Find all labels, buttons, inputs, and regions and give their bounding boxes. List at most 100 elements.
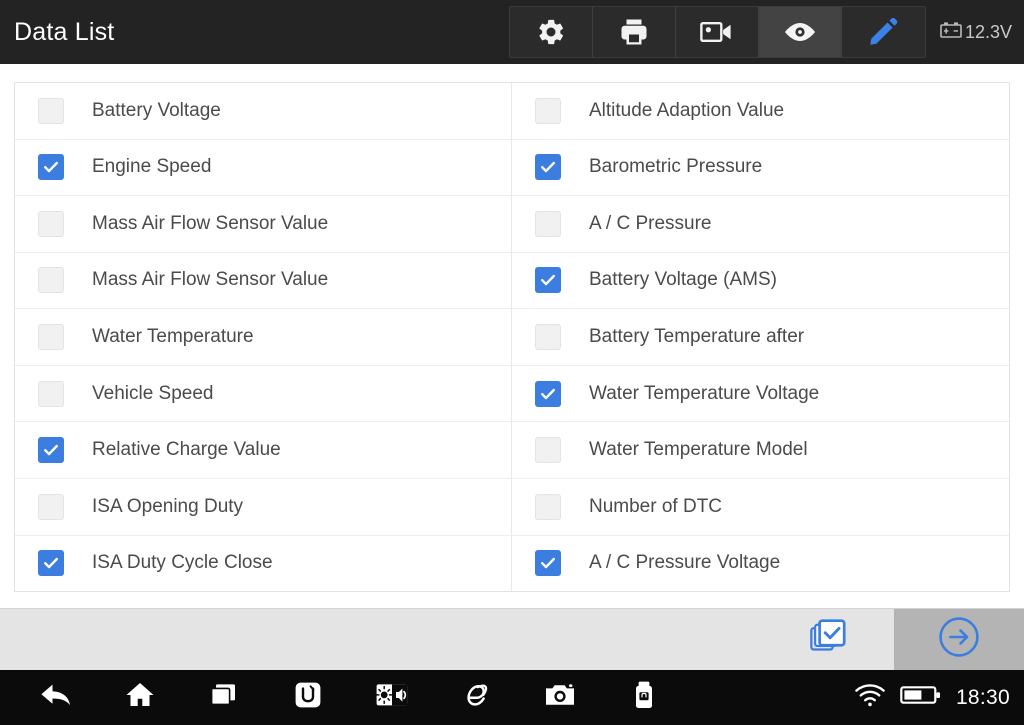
list-item[interactable]: Battery Voltage bbox=[15, 83, 511, 140]
nav-vci-dongle-button[interactable] bbox=[602, 670, 686, 725]
list-item[interactable]: Barometric Pressure bbox=[512, 140, 1009, 197]
list-item[interactable]: Mass Air Flow Sensor Value bbox=[15, 196, 511, 253]
app-header: Data List 12.3V bbox=[0, 0, 1024, 64]
row-checkbox[interactable] bbox=[38, 380, 64, 407]
data-list-screen: Data List 12.3V Battery Voltage Engine S… bbox=[0, 0, 1024, 725]
row-checkbox[interactable] bbox=[535, 380, 561, 407]
camera-icon bbox=[544, 682, 576, 713]
row-checkbox[interactable] bbox=[38, 97, 64, 124]
list-item[interactable]: Mass Air Flow Sensor Value bbox=[15, 253, 511, 310]
list-item-label: ISA Opening Duty bbox=[92, 495, 244, 517]
usb-dongle-icon bbox=[633, 680, 655, 715]
row-checkbox[interactable] bbox=[38, 493, 64, 520]
voltage-value: 12.3V bbox=[964, 21, 1012, 42]
list-item[interactable]: Water Temperature Voltage bbox=[512, 366, 1009, 423]
row-checkbox[interactable] bbox=[38, 154, 64, 181]
battery-icon bbox=[900, 683, 942, 712]
data-list-panel: Battery Voltage Engine Speed Mass Air Fl… bbox=[14, 82, 1010, 592]
row-checkbox[interactable] bbox=[38, 437, 64, 464]
data-list-column-left: Battery Voltage Engine Speed Mass Air Fl… bbox=[15, 83, 512, 591]
nav-button-group bbox=[14, 670, 686, 725]
list-item-label: A / C Pressure Voltage bbox=[589, 552, 781, 574]
check-icon bbox=[44, 444, 58, 456]
row-checkbox[interactable] bbox=[38, 210, 64, 237]
list-item-label: Engine Speed bbox=[92, 156, 212, 178]
nav-browser-button[interactable] bbox=[434, 670, 518, 725]
list-item-label: Altitude Adaption Value bbox=[589, 99, 785, 121]
row-checkbox[interactable] bbox=[535, 97, 561, 124]
list-item[interactable]: Number of DTC bbox=[512, 479, 1009, 536]
row-checkbox[interactable] bbox=[38, 267, 64, 294]
list-item[interactable]: A / C Pressure Voltage bbox=[512, 536, 1009, 592]
print-button[interactable] bbox=[592, 7, 676, 57]
next-button[interactable] bbox=[894, 609, 1024, 670]
list-item-label: ISA Duty Cycle Close bbox=[92, 552, 273, 574]
nav-screenshot-button[interactable] bbox=[518, 670, 602, 725]
list-item-label: Water Temperature Voltage bbox=[589, 382, 820, 404]
nav-display-button[interactable] bbox=[350, 670, 434, 725]
check-icon bbox=[541, 275, 555, 286]
list-item-label: Vehicle Speed bbox=[92, 382, 214, 404]
list-item[interactable]: ISA Duty Cycle Close bbox=[15, 536, 511, 592]
row-checkbox[interactable] bbox=[535, 210, 561, 237]
eye-icon bbox=[782, 19, 818, 45]
list-item[interactable]: Relative Charge Value bbox=[15, 422, 511, 479]
row-checkbox[interactable] bbox=[535, 493, 561, 520]
u-logo-icon bbox=[294, 681, 322, 714]
row-checkbox[interactable] bbox=[38, 550, 64, 577]
record-button[interactable] bbox=[675, 7, 759, 57]
check-icon bbox=[44, 162, 58, 173]
list-item-label: Mass Air Flow Sensor Value bbox=[92, 269, 329, 291]
check-icon bbox=[541, 558, 555, 569]
list-item[interactable]: Battery Temperature after bbox=[512, 309, 1009, 366]
list-item-label: Mass Air Flow Sensor Value bbox=[92, 212, 329, 234]
nav-diag-app-button[interactable] bbox=[266, 670, 350, 725]
list-item-label: Water Temperature Model bbox=[589, 439, 808, 461]
check-icon bbox=[541, 162, 555, 173]
select-all-button[interactable] bbox=[764, 609, 894, 670]
row-checkbox[interactable] bbox=[535, 154, 561, 181]
list-item[interactable]: Water Temperature Model bbox=[512, 422, 1009, 479]
gear-icon bbox=[536, 17, 566, 47]
view-button[interactable] bbox=[758, 7, 842, 57]
row-checkbox[interactable] bbox=[535, 550, 561, 577]
row-checkbox[interactable] bbox=[535, 324, 561, 351]
header-toolbar bbox=[508, 6, 926, 58]
list-item-label: Battery Voltage bbox=[92, 99, 221, 121]
vehicle-voltage-readout: 12.3V bbox=[939, 20, 1012, 45]
page-title: Data List bbox=[14, 17, 115, 46]
pencil-icon bbox=[867, 16, 899, 48]
bottom-action-bar bbox=[0, 608, 1024, 670]
list-item-label: Relative Charge Value bbox=[92, 439, 281, 461]
brightness-volume-icon bbox=[375, 682, 409, 713]
home-icon bbox=[125, 681, 155, 714]
list-item[interactable]: Vehicle Speed bbox=[15, 366, 511, 423]
check-icon bbox=[44, 558, 58, 569]
nav-home-button[interactable] bbox=[98, 670, 182, 725]
edit-button[interactable] bbox=[841, 7, 925, 57]
list-item-label: Barometric Pressure bbox=[589, 156, 763, 178]
list-item-label: Battery Temperature after bbox=[589, 326, 805, 348]
list-item[interactable]: A / C Pressure bbox=[512, 196, 1009, 253]
list-item[interactable]: Engine Speed bbox=[15, 140, 511, 197]
wifi-icon bbox=[854, 682, 886, 713]
settings-button[interactable] bbox=[509, 7, 593, 57]
video-camera-icon bbox=[700, 17, 734, 47]
list-item[interactable]: Water Temperature bbox=[15, 309, 511, 366]
nav-back-button[interactable] bbox=[14, 670, 98, 725]
nav-recents-button[interactable] bbox=[182, 670, 266, 725]
row-checkbox[interactable] bbox=[38, 324, 64, 351]
check-icon bbox=[541, 388, 555, 399]
data-list-column-right: Altitude Adaption Value Barometric Press… bbox=[512, 83, 1009, 591]
row-checkbox[interactable] bbox=[535, 267, 561, 294]
list-item[interactable]: Altitude Adaption Value bbox=[512, 83, 1009, 140]
list-item[interactable]: Battery Voltage (AMS) bbox=[512, 253, 1009, 310]
list-item-label: Battery Voltage (AMS) bbox=[589, 269, 777, 291]
row-checkbox[interactable] bbox=[535, 437, 561, 464]
stacked-checkbox-icon bbox=[810, 618, 848, 661]
list-item-label: Water Temperature bbox=[92, 326, 254, 348]
list-item[interactable]: ISA Opening Duty bbox=[15, 479, 511, 536]
printer-icon bbox=[619, 17, 649, 47]
back-arrow-icon bbox=[39, 681, 73, 714]
recent-apps-icon bbox=[209, 682, 239, 713]
